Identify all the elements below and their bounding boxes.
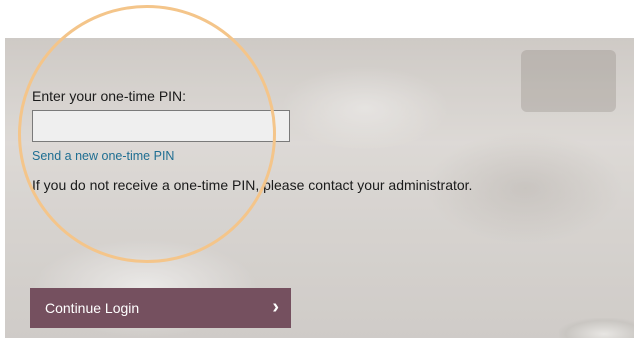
pin-label: Enter your one-time PIN: [32,88,187,104]
background-stone [559,318,634,338]
continue-login-button[interactable]: Continue Login › [30,288,291,328]
chevron-right-icon: › [272,296,279,318]
background-decor [521,50,616,112]
pin-help-text: If you do not receive a one-time PIN, pl… [32,177,473,193]
send-new-pin-link[interactable]: Send a new one-time PIN [32,149,174,163]
pin-input[interactable] [32,110,290,142]
continue-login-label: Continue Login [45,300,140,316]
